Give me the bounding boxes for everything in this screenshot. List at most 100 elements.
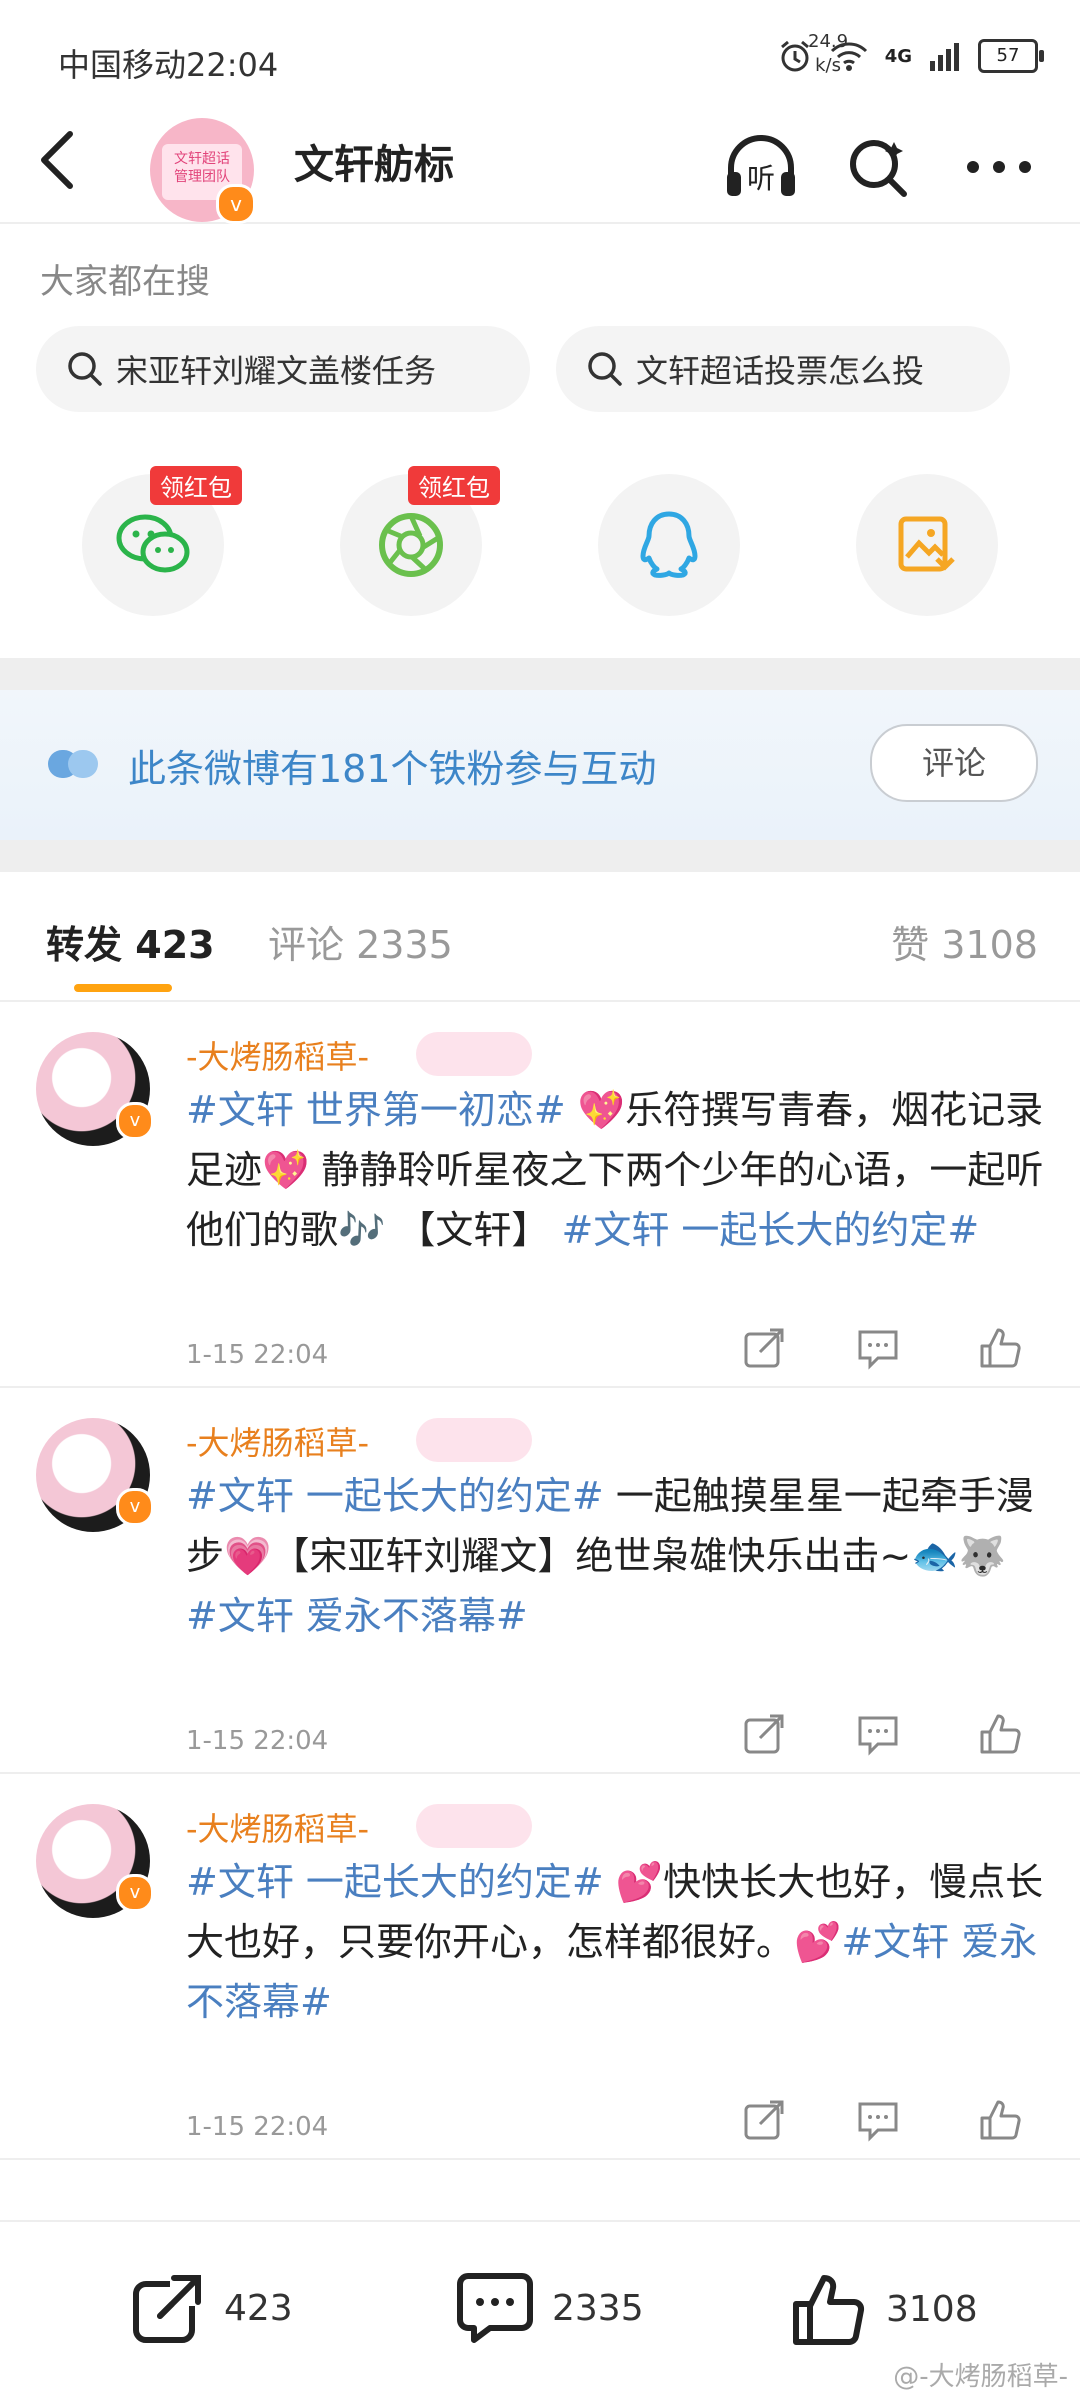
active-tab-indicator bbox=[74, 984, 172, 992]
wifi-icon bbox=[830, 42, 867, 71]
repost-item[interactable]: v -大烤肠稻草- #文轩 世界第一初恋# 💖乐符撰写青春，烟花记录足迹💖 静静聆听… bbox=[0, 1002, 1080, 1388]
thumbs-up-icon bbox=[980, 1714, 1021, 1754]
search-icon bbox=[850, 140, 907, 197]
repost-item[interactable]: v -大烤肠稻草- #文轩 一起长大的约定# 一起触摸星星一起牵手漫步💗【宋亚轩刘耀… bbox=[0, 1388, 1080, 1774]
comment-button[interactable]: 评论 bbox=[870, 724, 1038, 802]
verified-badge-icon: v bbox=[116, 1874, 154, 1912]
verified-badge-icon: v bbox=[216, 184, 256, 224]
fan-badge-icon bbox=[416, 1804, 532, 1848]
like-count: 3108 bbox=[886, 2288, 978, 2330]
thumbs-up-icon bbox=[980, 2100, 1021, 2140]
fans-interaction-banner: 此条微博有181个铁粉参与互动 评论 bbox=[0, 690, 1080, 840]
alarm-icon bbox=[780, 40, 809, 72]
comment-action-button[interactable] bbox=[852, 1708, 904, 1760]
tab-repost[interactable]: 转发 423 bbox=[46, 914, 215, 969]
search-suggestion-chip[interactable]: 宋亚轩刘耀文盖楼任务 bbox=[36, 326, 530, 412]
more-button[interactable] bbox=[958, 126, 1040, 208]
search-icon bbox=[68, 352, 102, 386]
page-title: 文轩舫标 bbox=[294, 142, 454, 188]
username[interactable]: -大烤肠稻草- bbox=[186, 1418, 369, 1464]
tab-like-label: 赞 bbox=[891, 923, 930, 967]
search-suggestion-chip[interactable]: 文轩超话投票怎么投 bbox=[556, 326, 1010, 412]
like-action-button[interactable] bbox=[974, 1708, 1026, 1760]
username[interactable]: -大烤肠稻草- bbox=[186, 1804, 369, 1850]
comment-count: 2335 bbox=[552, 2287, 644, 2329]
repost-action-button[interactable] bbox=[738, 1708, 790, 1760]
wechat-icon bbox=[116, 514, 190, 573]
tab-like[interactable]: 赞 3108 bbox=[891, 914, 1038, 969]
share-moments-button[interactable]: 领红包 bbox=[340, 466, 500, 616]
tab-comment-count: 2335 bbox=[356, 923, 453, 967]
fans-interaction-text: 此条微博有181个铁粉参与互动 bbox=[128, 747, 657, 791]
tab-repost-label: 转发 bbox=[46, 923, 123, 967]
image-download-icon bbox=[898, 516, 955, 572]
more-icon bbox=[967, 161, 1031, 173]
username[interactable]: -大烤肠稻草- bbox=[186, 1032, 369, 1078]
post-text: #文轩 一起长大的约定# 一起触摸星星一起牵手漫步💗【宋亚轩刘耀文】绝世枭雄快乐… bbox=[186, 1466, 1046, 1646]
repost-count: 423 bbox=[224, 2287, 293, 2329]
battery-icon: 57 bbox=[978, 39, 1044, 73]
network-type: 4G bbox=[884, 45, 912, 67]
avatar[interactable]: v bbox=[36, 1032, 154, 1146]
qq-icon bbox=[640, 511, 698, 578]
comment-icon bbox=[858, 1330, 898, 1370]
comment-action-button[interactable] bbox=[852, 1322, 904, 1374]
share-icon bbox=[744, 1328, 784, 1368]
repost-item[interactable]: v -大烤肠稻草- #文轩 一起长大的约定# 💕快快长大也好，慢点长大也好，只要你开… bbox=[0, 1774, 1080, 2160]
post-time: 1-15 22:04 bbox=[186, 1340, 329, 1370]
fan-badge-icon bbox=[416, 1418, 532, 1462]
watermark: @-大烤肠稻草- bbox=[893, 2362, 1068, 2392]
comment-icon bbox=[858, 2102, 898, 2142]
topic-link[interactable]: #文轩 世界第一初恋# bbox=[186, 1088, 566, 1132]
status-bar: 中国移动22:04 24.9 k/s 4G 57 bbox=[0, 0, 1080, 110]
interaction-tabs: 转发 423 评论 2335 赞 3108 bbox=[0, 880, 1080, 1002]
status-icons: 4G 57 bbox=[777, 38, 1044, 74]
thumbs-up-icon bbox=[980, 1328, 1021, 1368]
avatar[interactable]: v bbox=[36, 1418, 154, 1532]
topic-link[interactable]: #文轩 一起长大的约定# bbox=[186, 1474, 604, 1518]
chevron-left-icon bbox=[41, 131, 73, 189]
thumbs-up-icon bbox=[793, 2275, 865, 2345]
tab-like-count: 3108 bbox=[941, 923, 1038, 967]
repost-action-button[interactable] bbox=[738, 1322, 790, 1374]
share-icon bbox=[744, 2100, 784, 2140]
section-divider bbox=[0, 840, 1080, 872]
share-wechat-button[interactable]: 领红包 bbox=[82, 466, 242, 616]
topic-link[interactable]: #文轩 一起长大的约定# bbox=[561, 1208, 979, 1252]
avatar[interactable]: v bbox=[36, 1804, 154, 1918]
share-icon bbox=[133, 2275, 201, 2343]
repost-action-button[interactable] bbox=[738, 2094, 790, 2146]
camera-aperture-icon bbox=[379, 513, 443, 577]
search-suggestion-text: 宋亚轩刘耀文盖楼任务 bbox=[116, 352, 437, 390]
red-packet-tag: 领红包 bbox=[408, 466, 500, 505]
listen-button[interactable]: 听 bbox=[720, 126, 802, 208]
verified-badge-icon: v bbox=[116, 1102, 154, 1140]
tab-comment[interactable]: 评论 2335 bbox=[268, 914, 453, 969]
post-time: 1-15 22:04 bbox=[186, 2112, 329, 2142]
back-button[interactable] bbox=[36, 128, 96, 198]
group-avatar[interactable]: 文轩超话 管理团队 v bbox=[150, 118, 256, 224]
red-packet-tag: 领红包 bbox=[150, 466, 242, 505]
comment-button[interactable]: 2335 bbox=[456, 2270, 644, 2346]
search-icon bbox=[588, 352, 622, 386]
headphones-icon: 听 bbox=[727, 135, 795, 196]
search-suggestion-text: 文轩超话投票怎么投 bbox=[636, 352, 925, 390]
share-icon bbox=[744, 1714, 784, 1754]
hot-search-label: 大家都在搜 bbox=[40, 262, 210, 302]
top-navigation: 文轩超话 管理团队 v 文轩舫标 听 bbox=[0, 110, 1080, 224]
like-button[interactable]: 3108 bbox=[790, 2270, 978, 2348]
like-action-button[interactable] bbox=[974, 1322, 1026, 1374]
save-image-button[interactable] bbox=[856, 474, 998, 616]
tab-repost-count: 423 bbox=[135, 923, 215, 967]
repost-button[interactable]: 423 bbox=[130, 2270, 293, 2346]
search-button[interactable] bbox=[838, 126, 920, 208]
share-qq-button[interactable] bbox=[598, 474, 740, 616]
comment-action-button[interactable] bbox=[852, 2094, 904, 2146]
topic-link[interactable]: #文轩 一起长大的约定# bbox=[186, 1860, 604, 1904]
post-time: 1-15 22:04 bbox=[186, 1726, 329, 1756]
section-divider bbox=[0, 658, 1080, 690]
topic-link[interactable]: #文轩 爱永不落幕# bbox=[186, 1594, 528, 1638]
carrier-time: 中国移动22:04 bbox=[58, 46, 279, 84]
like-action-button[interactable] bbox=[974, 2094, 1026, 2146]
tab-comment-label: 评论 bbox=[268, 923, 345, 967]
